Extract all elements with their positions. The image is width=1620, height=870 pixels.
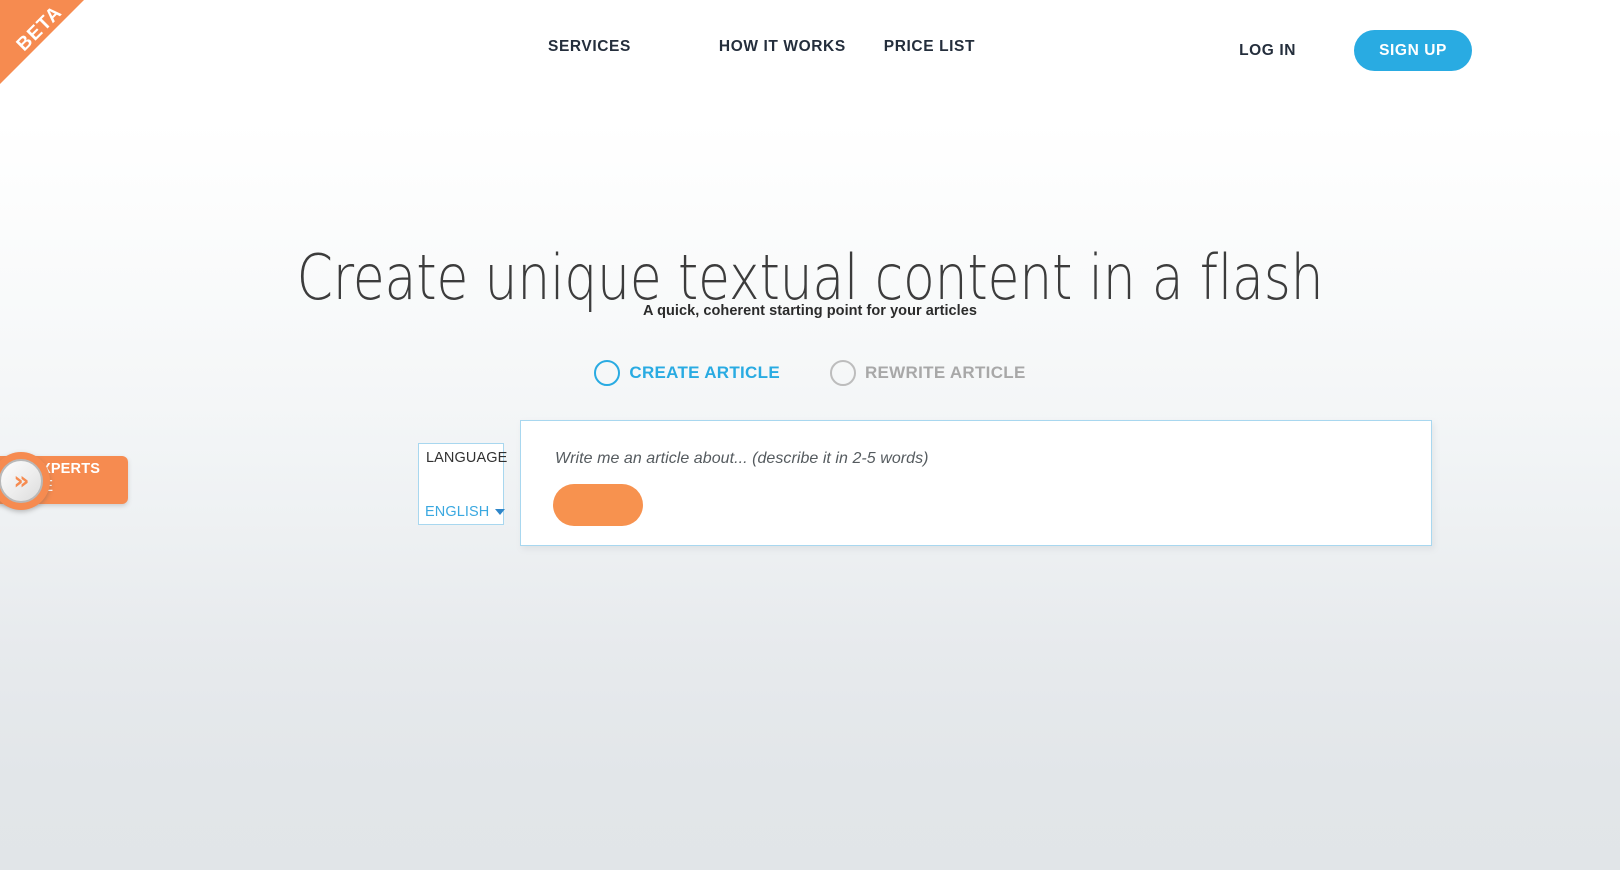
login-link[interactable]: LOG IN	[1239, 30, 1296, 71]
radio-ring-icon	[829, 360, 856, 386]
main-navigation: SERVICES HOW IT WORKS PRICE LIST	[548, 38, 975, 56]
signup-button[interactable]: SIGN UP	[1354, 30, 1472, 71]
language-value: ENGLISH	[425, 504, 490, 520]
nav-item-how-it-works[interactable]: HOW IT WORKS	[719, 38, 846, 56]
promo-side-tab[interactable]: GENCIES & SEO EXPERTS CLICK HERE »	[0, 452, 182, 510]
radio-rewrite-article-label: REWRITE ARTICLE	[864, 363, 1026, 382]
nav-item-price-list[interactable]: PRICE LIST	[884, 38, 975, 56]
radio-rewrite-article[interactable]: REWRITE ARTICLE	[829, 360, 1026, 386]
article-topic-input[interactable]: Write me an article about... (describe i…	[555, 450, 929, 468]
nav-item-services[interactable]: SERVICES	[548, 38, 631, 56]
page-background: SERVICES HOW IT WORKS PRICE LIST LOG IN …	[0, 0, 1620, 870]
mode-selector: CREATE ARTICLE REWRITE ARTICLE	[0, 360, 1620, 386]
header-actions: LOG IN SIGN UP	[1239, 30, 1472, 71]
language-selector[interactable]: LANGUAGE ENGLISH	[418, 443, 508, 525]
site-header: SERVICES HOW IT WORKS PRICE LIST LOG IN …	[0, 0, 1620, 101]
radio-create-article-label: CREATE ARTICLE	[629, 363, 780, 382]
page-subtitle: A quick, coherent starting point for you…	[643, 303, 977, 319]
article-form-panel: Write me an article about... (describe i…	[520, 420, 1432, 546]
language-dropdown[interactable]: ENGLISH	[425, 504, 506, 520]
promo-knob-inner: »	[0, 459, 43, 503]
radio-ring-icon	[594, 360, 621, 386]
double-chevron-right-icon: »	[13, 466, 29, 495]
generate-article-button[interactable]	[553, 484, 643, 526]
language-label: LANGUAGE	[426, 450, 508, 466]
radio-create-article[interactable]: CREATE ARTICLE	[594, 360, 780, 386]
chevron-down-icon	[495, 508, 506, 515]
